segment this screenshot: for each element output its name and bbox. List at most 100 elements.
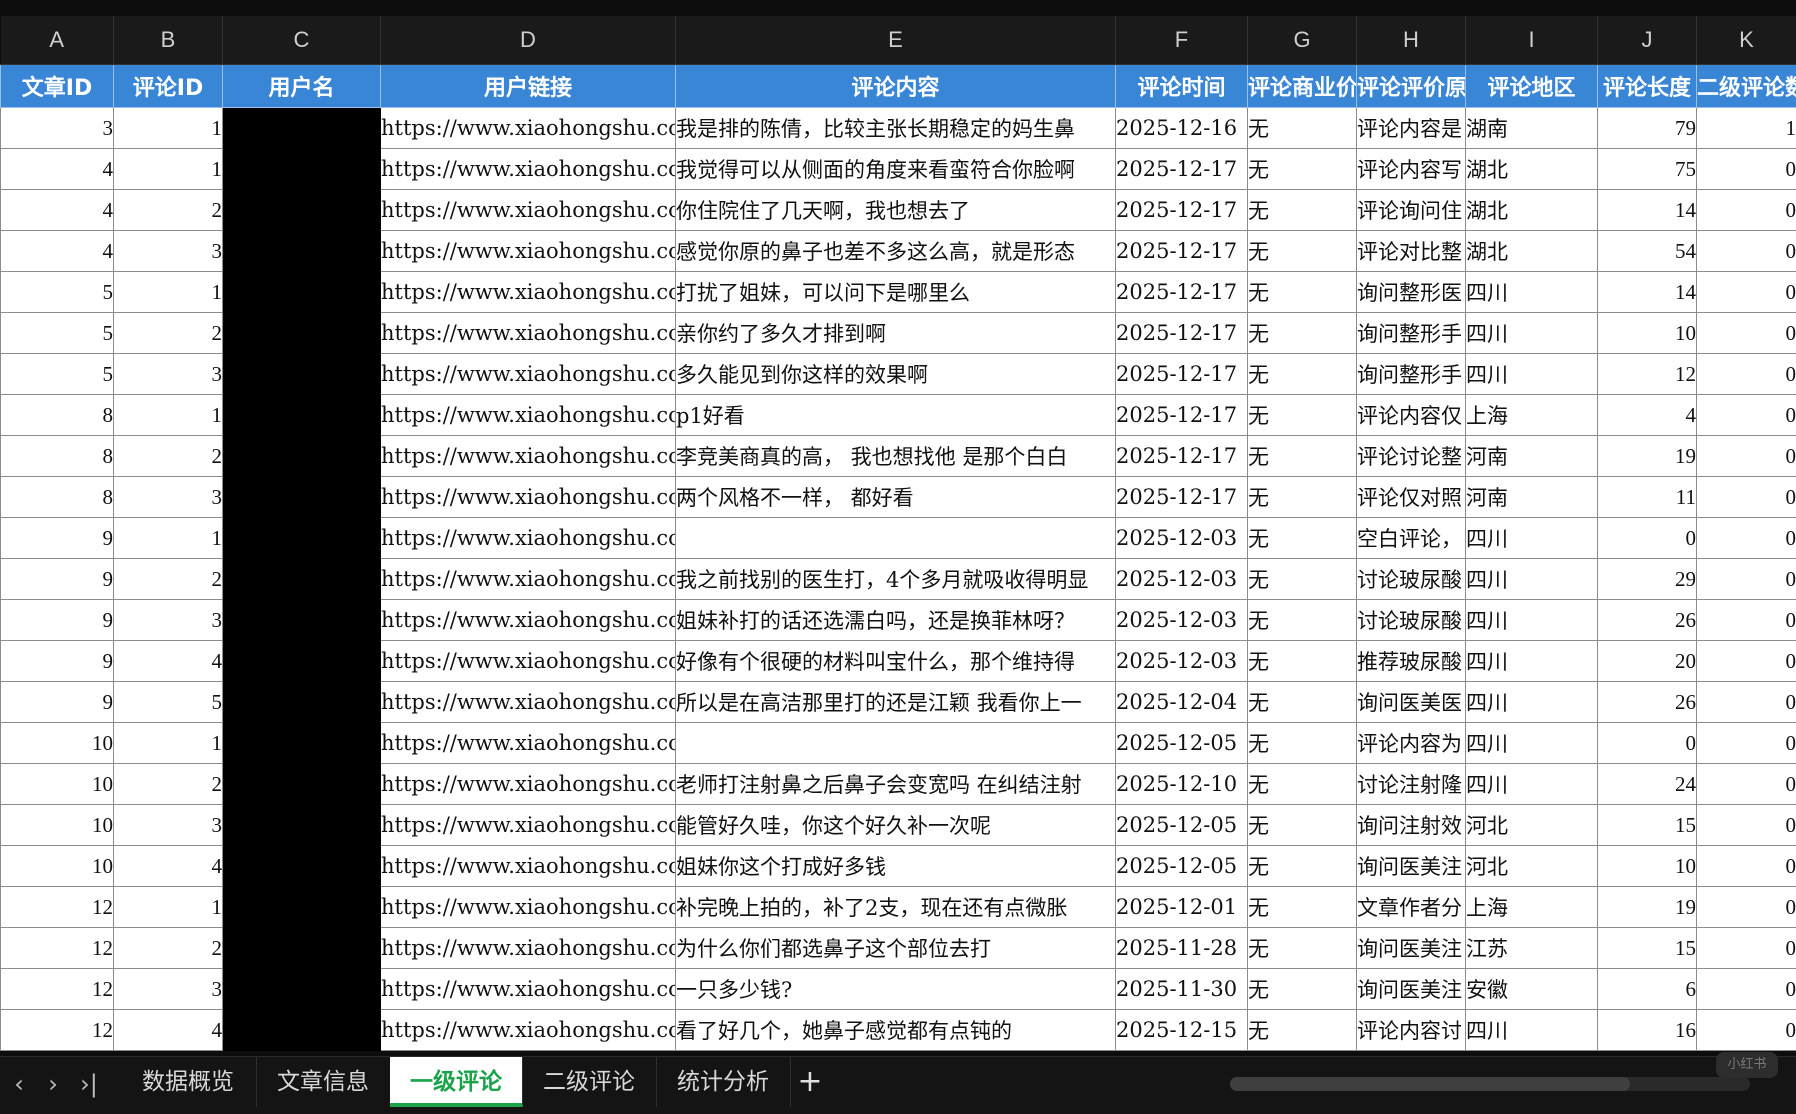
table-cell[interactable]: 0 (1697, 846, 1796, 887)
table-cell[interactable]: https://www.xiaohongshu.com (381, 641, 676, 682)
table-cell[interactable]: https://www.xiaohongshu.com (381, 1010, 676, 1051)
table-cell[interactable]: 询问医美注 (1357, 846, 1466, 887)
tab-article-info[interactable]: 文章信息 (256, 1057, 391, 1107)
table-cell[interactable]: https://www.xiaohongshu.com (381, 600, 676, 641)
table-cell[interactable]: 4 (114, 846, 223, 887)
table-cell[interactable]: 10 (1, 805, 114, 846)
table-cell[interactable]: 0 (1697, 190, 1796, 231)
table-cell[interactable]: 你住院住了几天啊，我也想去了 (676, 190, 1116, 231)
table-cell[interactable]: 2025-12-17 (1116, 190, 1248, 231)
table-cell[interactable]: 2 (114, 559, 223, 600)
column-letter[interactable]: D (381, 16, 676, 65)
redacted-username-cell[interactable] (223, 395, 381, 436)
table-cell[interactable]: 2 (114, 190, 223, 231)
table-cell[interactable]: 湖北 (1466, 149, 1598, 190)
table-cell[interactable]: 多久能见到你这样的效果啊 (676, 354, 1116, 395)
table-cell[interactable]: https://www.xiaohongshu.com (381, 928, 676, 969)
table-cell[interactable]: 无 (1248, 682, 1357, 723)
table-cell[interactable]: 15 (1598, 805, 1697, 846)
table-cell[interactable]: https://www.xiaohongshu.com (381, 518, 676, 559)
table-cell[interactable]: 24 (1598, 764, 1697, 805)
table-cell[interactable]: https://www.xiaohongshu.com (381, 805, 676, 846)
table-cell[interactable]: 2025-12-03 (1116, 559, 1248, 600)
table-cell[interactable]: 1 (114, 108, 223, 149)
table-cell[interactable]: 无 (1248, 1010, 1357, 1051)
table-cell[interactable]: 上海 (1466, 887, 1598, 928)
table-cell[interactable]: 0 (1697, 395, 1796, 436)
horizontal-scrollbar[interactable] (1230, 1077, 1750, 1091)
table-cell[interactable]: 0 (1697, 559, 1796, 600)
table-cell[interactable]: 1 (1697, 108, 1796, 149)
table-cell[interactable]: 感觉你原的鼻子也差不多这么高，就是形态 (676, 231, 1116, 272)
table-cell[interactable]: 询问医美注 (1357, 969, 1466, 1010)
column-letter[interactable]: H (1357, 16, 1466, 65)
table-cell[interactable]: 9 (1, 682, 114, 723)
redacted-username-cell[interactable] (223, 313, 381, 354)
table-cell[interactable]: 9 (1, 600, 114, 641)
table-cell[interactable]: https://www.xiaohongshu.com (381, 682, 676, 723)
table-cell[interactable]: 3 (1, 108, 114, 149)
table-cell[interactable]: 无 (1248, 477, 1357, 518)
table-cell[interactable]: 四川 (1466, 764, 1598, 805)
table-cell[interactable]: 4 (1, 149, 114, 190)
table-cell[interactable]: 0 (1697, 313, 1796, 354)
table-cell[interactable]: 5 (1, 272, 114, 313)
table-cell[interactable]: 0 (1697, 1010, 1796, 1051)
table-cell[interactable]: 询问医美医 (1357, 682, 1466, 723)
table-cell[interactable]: https://www.xiaohongshu.com (381, 272, 676, 313)
table-cell[interactable]: 0 (1697, 231, 1796, 272)
last-sheet-button[interactable]: ›| (72, 1067, 106, 1101)
table-cell[interactable]: 26 (1598, 600, 1697, 641)
table-cell[interactable]: p1好看 (676, 395, 1116, 436)
column-letter[interactable]: C (223, 16, 381, 65)
table-cell[interactable]: 湖北 (1466, 231, 1598, 272)
table-cell[interactable]: 0 (1697, 928, 1796, 969)
redacted-username-cell[interactable] (223, 108, 381, 149)
table-cell[interactable]: 评论内容仅 (1357, 395, 1466, 436)
table-cell[interactable]: 9 (1, 641, 114, 682)
table-cell[interactable]: 19 (1598, 436, 1697, 477)
table-cell[interactable]: 0 (1697, 641, 1796, 682)
table-cell[interactable]: 河南 (1466, 477, 1598, 518)
table-cell[interactable]: 讨论玻尿酸 (1357, 559, 1466, 600)
table-cell[interactable]: 2025-12-17 (1116, 272, 1248, 313)
table-cell[interactable]: 2025-12-05 (1116, 723, 1248, 764)
header-cell[interactable]: 评论内容 (676, 65, 1116, 108)
table-cell[interactable]: 1 (114, 395, 223, 436)
table-cell[interactable]: 无 (1248, 846, 1357, 887)
table-cell[interactable]: 上海 (1466, 395, 1598, 436)
table-cell[interactable]: 9 (1, 559, 114, 600)
table-cell[interactable]: 评论仅对照 (1357, 477, 1466, 518)
table-cell[interactable]: 评论询问住 (1357, 190, 1466, 231)
table-cell[interactable]: 评论内容写 (1357, 149, 1466, 190)
table-cell[interactable]: 12 (1, 887, 114, 928)
table-cell[interactable]: 0 (1697, 354, 1796, 395)
redacted-username-cell[interactable] (223, 231, 381, 272)
table-cell[interactable]: 无 (1248, 354, 1357, 395)
table-cell[interactable]: 0 (1697, 969, 1796, 1010)
table-cell[interactable]: 询问整形手 (1357, 313, 1466, 354)
table-cell[interactable]: 0 (1697, 887, 1796, 928)
table-cell[interactable]: https://www.xiaohongshu.com (381, 354, 676, 395)
table-cell[interactable]: 李竞美商真的高， 我也想找他 是那个白白 (676, 436, 1116, 477)
table-cell[interactable]: 无 (1248, 723, 1357, 764)
table-cell[interactable]: 四川 (1466, 600, 1598, 641)
table-cell[interactable]: 湖北 (1466, 190, 1598, 231)
table-cell[interactable]: 2025-11-30 (1116, 969, 1248, 1010)
table-cell[interactable]: 4 (114, 641, 223, 682)
column-letter[interactable]: F (1116, 16, 1248, 65)
table-cell[interactable]: 四川 (1466, 313, 1598, 354)
table-cell[interactable]: 5 (1, 313, 114, 354)
table-cell[interactable]: 无 (1248, 231, 1357, 272)
table-cell[interactable]: 11 (1598, 477, 1697, 518)
table-cell[interactable]: 10 (1, 764, 114, 805)
table-cell[interactable]: 安徽 (1466, 969, 1598, 1010)
table-cell[interactable]: 评论内容为 (1357, 723, 1466, 764)
table-cell[interactable]: 15 (1598, 928, 1697, 969)
table-cell[interactable]: https://www.xiaohongshu.com (381, 969, 676, 1010)
table-cell[interactable]: 0 (1598, 518, 1697, 559)
table-cell[interactable]: 10 (1598, 846, 1697, 887)
table-cell[interactable]: 2025-12-17 (1116, 313, 1248, 354)
table-cell[interactable]: 四川 (1466, 354, 1598, 395)
table-cell[interactable]: https://www.xiaohongshu.com (381, 149, 676, 190)
